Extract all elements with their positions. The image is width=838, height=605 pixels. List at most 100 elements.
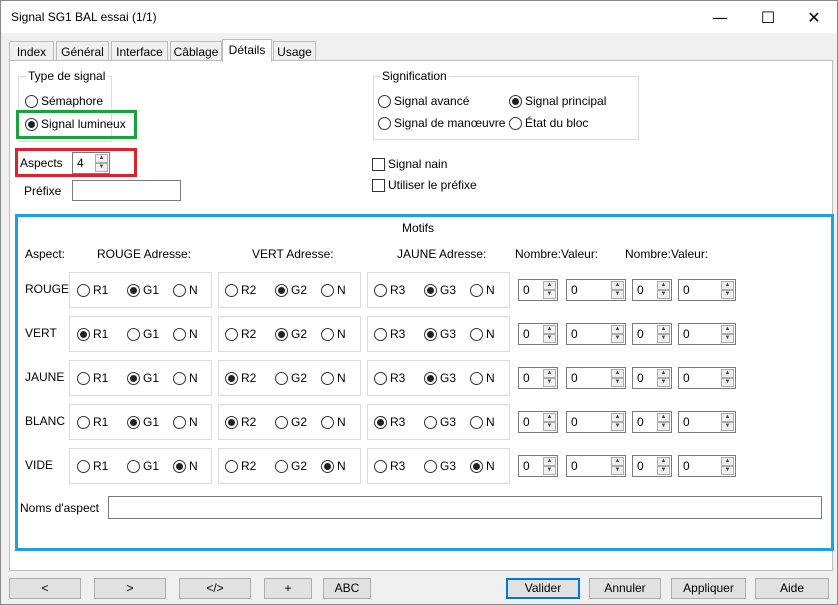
radio-rouge-g1[interactable]: G1 [127,283,159,297]
spin-up-icon[interactable]: ▲ [543,325,556,334]
radio-signal-avance[interactable]: Signal avancé [378,94,469,108]
spin-up-icon[interactable]: ▲ [721,281,734,290]
prev-button[interactable]: < [9,578,81,599]
nombre-valeur-spinner[interactable]: 0 ▲ ▼ [566,455,626,477]
spin-up-icon[interactable]: ▲ [611,413,624,422]
radio-vert-r2[interactable]: R2 [225,415,256,429]
spin-up-icon[interactable]: ▲ [543,281,556,290]
spin-down-icon[interactable]: ▼ [611,378,624,387]
noms-aspect-input[interactable] [108,496,822,519]
prefixe-input[interactable] [72,180,181,201]
radio-rouge-n[interactable]: N [173,283,198,297]
spin-down-icon[interactable]: ▼ [721,422,734,431]
spin-up-icon[interactable]: ▲ [657,325,670,334]
nombre-valeur-spinner[interactable]: 0 ▲ ▼ [632,411,672,433]
nombre-valeur-spinner[interactable]: 0 ▲ ▼ [632,279,672,301]
tab-usage[interactable]: Usage [273,41,316,61]
radio-rouge-g1[interactable]: G1 [127,459,159,473]
nombre-valeur-spinner[interactable]: 0 ▲ ▼ [678,367,736,389]
valider-button[interactable]: Valider [506,578,580,599]
radio-jaune-r3[interactable]: R3 [374,415,405,429]
spin-up-icon[interactable]: ▲ [611,281,624,290]
spin-down-icon[interactable]: ▼ [611,422,624,431]
tab-interface[interactable]: Interface [111,41,168,61]
spin-down-icon[interactable]: ▼ [543,334,556,343]
tab-general[interactable]: Général [56,41,109,61]
spin-down-icon[interactable]: ▼ [657,378,670,387]
nombre-valeur-spinner[interactable]: 0 ▲ ▼ [566,411,626,433]
spin-down-icon[interactable]: ▼ [543,378,556,387]
spin-up-icon[interactable]: ▲ [657,413,670,422]
radio-jaune-n[interactable]: N [470,371,495,385]
radio-rouge-n[interactable]: N [173,371,198,385]
spin-down-icon[interactable]: ▼ [657,466,670,475]
nombre-valeur-spinner[interactable]: 0 ▲ ▼ [518,455,558,477]
spin-up-icon[interactable]: ▲ [611,369,624,378]
nombre-valeur-spinner[interactable]: 0 ▲ ▼ [518,279,558,301]
radio-vert-g2[interactable]: G2 [275,371,307,385]
radio-vert-n[interactable]: N [321,415,346,429]
radio-jaune-r3[interactable]: R3 [374,371,405,385]
aide-button[interactable]: Aide [755,578,829,599]
spin-down-icon[interactable]: ▼ [611,334,624,343]
radio-signal-manoeuvre[interactable]: Signal de manœuvre [378,116,505,130]
nombre-valeur-spinner[interactable]: 0 ▲ ▼ [632,367,672,389]
radio-rouge-n[interactable]: N [173,327,198,341]
plus-button[interactable]: + [264,578,312,599]
tab-cablage[interactable]: Câblage [170,41,222,61]
spin-down-icon[interactable]: ▼ [721,290,734,299]
radio-vert-n[interactable]: N [321,283,346,297]
radio-vert-n[interactable]: N [321,459,346,473]
spin-up-icon[interactable]: ▲ [657,369,670,378]
radio-rouge-g1[interactable]: G1 [127,327,159,341]
radio-vert-r2[interactable]: R2 [225,283,256,297]
nombre-valeur-spinner[interactable]: 0 ▲ ▼ [632,323,672,345]
radio-vert-g2[interactable]: G2 [275,459,307,473]
radio-jaune-g3[interactable]: G3 [424,327,456,341]
radio-rouge-g1[interactable]: G1 [127,371,159,385]
spin-up-icon[interactable]: ▲ [611,325,624,334]
nombre-valeur-spinner[interactable]: 0 ▲ ▼ [518,411,558,433]
radio-rouge-r1[interactable]: R1 [77,371,108,385]
nombre-valeur-spinner[interactable]: 0 ▲ ▼ [518,323,558,345]
spin-down-icon[interactable]: ▼ [543,466,556,475]
nombre-valeur-spinner[interactable]: 0 ▲ ▼ [632,455,672,477]
spin-up-icon[interactable]: ▲ [543,413,556,422]
spin-down-icon[interactable]: ▼ [657,290,670,299]
spin-up-icon[interactable]: ▲ [543,369,556,378]
radio-jaune-g3[interactable]: G3 [424,415,456,429]
spin-down-icon[interactable]: ▼ [657,422,670,431]
maximize-button[interactable]: ☐ [745,1,791,33]
nombre-valeur-spinner[interactable]: 0 ▲ ▼ [566,367,626,389]
radio-rouge-r1[interactable]: R1 [77,459,108,473]
radio-jaune-n[interactable]: N [470,327,495,341]
nombre-valeur-spinner[interactable]: 0 ▲ ▼ [518,367,558,389]
radio-etat-bloc[interactable]: État du bloc [509,116,588,130]
minimize-button[interactable]: — [697,1,743,33]
radio-jaune-g3[interactable]: G3 [424,459,456,473]
radio-vert-g2[interactable]: G2 [275,415,307,429]
spin-up-icon[interactable]: ▲ [721,413,734,422]
radio-jaune-r3[interactable]: R3 [374,459,405,473]
close-button[interactable]: ✕ [791,1,837,33]
radio-jaune-n[interactable]: N [470,459,495,473]
radio-rouge-r1[interactable]: R1 [77,415,108,429]
spin-down-icon[interactable]: ▼ [657,334,670,343]
annuler-button[interactable]: Annuler [589,578,661,599]
spin-up-icon[interactable]: ▲ [543,457,556,466]
spin-down-icon[interactable]: ▼ [611,466,624,475]
spin-down-icon[interactable]: ▼ [611,290,624,299]
radio-jaune-r3[interactable]: R3 [374,327,405,341]
spin-up-icon[interactable]: ▲ [657,457,670,466]
radio-jaune-r3[interactable]: R3 [374,283,405,297]
abc-button[interactable]: ABC [323,578,371,599]
radio-jaune-n[interactable]: N [470,415,495,429]
nombre-valeur-spinner[interactable]: 0 ▲ ▼ [678,455,736,477]
radio-rouge-n[interactable]: N [173,415,198,429]
nombre-valeur-spinner[interactable]: 0 ▲ ▼ [566,323,626,345]
spin-down-icon[interactable]: ▼ [543,290,556,299]
radio-vert-n[interactable]: N [321,371,346,385]
radio-rouge-r1[interactable]: R1 [77,283,108,297]
code-button[interactable]: </> [179,578,251,599]
spin-up-icon[interactable]: ▲ [657,281,670,290]
